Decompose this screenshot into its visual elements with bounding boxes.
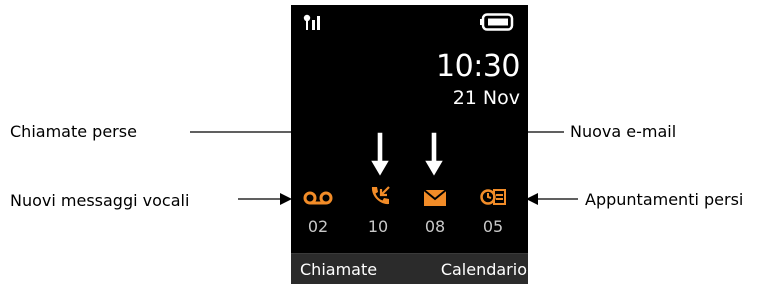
leader-email: [422, 131, 564, 179]
leader-missed-calls: [190, 131, 392, 179]
leader-voicemail: [238, 193, 292, 205]
callout-leaders: [190, 131, 578, 205]
leader-appointments: [526, 193, 578, 205]
